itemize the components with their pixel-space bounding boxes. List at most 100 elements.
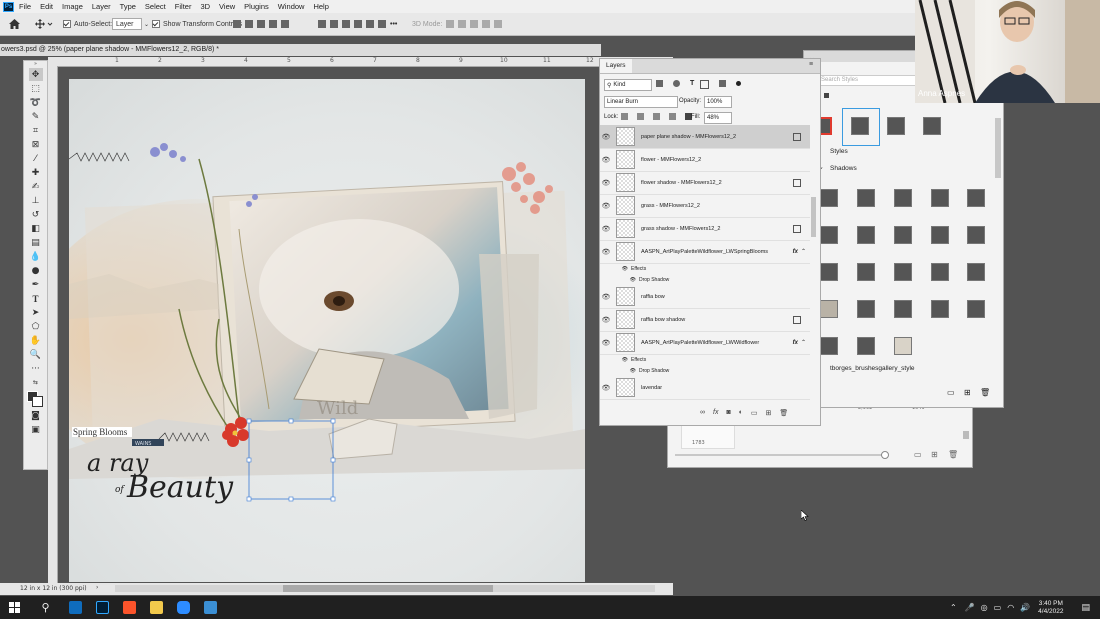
shadow-style-swatch[interactable] [967, 189, 985, 207]
style-swatch[interactable] [851, 117, 869, 135]
menu-image[interactable]: Image [62, 2, 83, 11]
document-canvas[interactable]: Spring Blooms a ray of Beauty WAINS Wild [69, 79, 585, 582]
crop-tool-icon[interactable]: ⌗ [29, 124, 43, 137]
show-transform-checkbox[interactable]: Show Transform Controls [152, 18, 242, 30]
shadow-style-swatch[interactable] [894, 300, 912, 318]
blend-mode-dropdown[interactable]: Linear Burn [604, 96, 678, 108]
path-selection-tool-icon[interactable]: ➤ [29, 306, 43, 319]
eye-icon[interactable]: 👁 [600, 179, 612, 187]
filter-type-icon[interactable]: T [690, 80, 694, 89]
shadow-style-swatch[interactable] [857, 337, 875, 355]
brush-preview[interactable]: 1783 [681, 425, 735, 449]
shadow-style-swatch[interactable] [931, 189, 949, 207]
scrollbar-thumb[interactable] [963, 431, 969, 439]
zoom-tool-icon[interactable]: 🔍 [29, 348, 43, 361]
menu-file[interactable]: File [19, 2, 31, 11]
layer-row[interactable]: 👁 flower - MMFlowers12_2 [600, 148, 810, 172]
panel-menu-icon[interactable]: ≡ [809, 61, 813, 68]
3d-scale-icon[interactable] [494, 20, 502, 28]
eye-icon[interactable]: 👁 [600, 133, 612, 141]
layer-filter-dropdown[interactable]: ⚲ Kind [604, 79, 652, 91]
filter-smart-object-icon[interactable] [719, 80, 727, 87]
shadow-style-swatch[interactable] [857, 189, 875, 207]
shadow-style-swatch[interactable] [894, 337, 912, 355]
shadow-style-swatch[interactable] [857, 226, 875, 244]
outlook-icon[interactable] [69, 601, 82, 614]
frame-tool-icon[interactable]: ⊠ [29, 138, 43, 151]
menu-window[interactable]: Window [278, 2, 305, 11]
folder-icon[interactable]: ▭ [947, 388, 955, 397]
3d-roll-icon[interactable] [458, 20, 466, 28]
new-brush-icon[interactable]: ⊞ [931, 450, 938, 459]
home-icon[interactable] [9, 18, 20, 30]
toolbox-collapse-icon[interactable]: » [24, 61, 47, 67]
screen-mode-icon[interactable]: ▣ [29, 423, 43, 436]
lock-pixels-icon[interactable] [637, 113, 644, 120]
menu-view[interactable]: View [219, 2, 235, 11]
opacity-field[interactable]: 100% [704, 96, 732, 108]
clone-stamp-tool-icon[interactable]: ⊥ [29, 194, 43, 207]
align-right-icon[interactable] [257, 20, 265, 28]
layer-row[interactable]: 👁 raffia bow shadow [600, 308, 810, 332]
windows-start-icon[interactable] [9, 602, 20, 613]
shadow-style-swatch[interactable] [894, 263, 912, 281]
eye-icon[interactable]: 👁 [600, 156, 612, 164]
menu-edit[interactable]: Edit [40, 2, 53, 11]
trash-icon[interactable]: 🗑 [779, 409, 788, 417]
eye-icon[interactable]: 👁 [600, 316, 612, 324]
eye-icon[interactable]: 👁 [600, 368, 636, 374]
filter-toggle-icon[interactable] [736, 81, 742, 86]
filter-pixel-icon[interactable] [656, 80, 663, 87]
tab-layers[interactable]: Layers [600, 59, 632, 73]
move-tool-icon[interactable]: ✥ [28, 68, 43, 81]
shadow-style-swatch[interactable] [820, 300, 838, 318]
quick-mask-icon[interactable]: ◙ [29, 409, 43, 422]
dodge-tool-icon[interactable]: ● [29, 264, 43, 277]
photoshop-icon[interactable] [96, 601, 109, 614]
eyedropper-tool-icon[interactable]: ⁄ [29, 152, 43, 165]
layer-row[interactable]: 👁 lavendar [600, 376, 810, 400]
layer-row[interactable]: 👁 AASPN_ArtPlayPaletteWildflower_LWWildfl… [600, 331, 810, 355]
shadow-style-swatch[interactable] [967, 226, 985, 244]
lock-artboard-icon[interactable] [669, 113, 676, 120]
3d-slide-icon[interactable] [482, 20, 490, 28]
shadow-style-swatch[interactable] [820, 189, 838, 207]
shadow-style-swatch[interactable] [967, 300, 985, 318]
layer-row[interactable]: 👁 flower shadow - MMFlowers12_2 [600, 171, 810, 195]
align-center-icon[interactable] [245, 20, 253, 28]
shadow-style-swatch[interactable] [820, 263, 838, 281]
shadow-style-swatch[interactable] [931, 263, 949, 281]
menu-type[interactable]: Type [120, 2, 136, 11]
eye-icon[interactable]: 👁 [600, 225, 612, 233]
lock-position-icon[interactable] [653, 113, 660, 120]
blur-tool-icon[interactable]: 💧 [29, 250, 43, 263]
eye-icon[interactable]: 👁 [600, 384, 612, 392]
eraser-tool-icon[interactable]: ◧ [29, 222, 43, 235]
notifications-icon[interactable]: ▤ [1081, 603, 1090, 613]
distribute-middle-icon[interactable] [330, 20, 338, 28]
new-adjustment-icon[interactable]: ◐ [739, 409, 743, 417]
healing-brush-tool-icon[interactable]: ✚ [29, 166, 43, 179]
layers-scrollbar-thumb[interactable] [811, 197, 816, 237]
brush-size-slider[interactable] [675, 454, 885, 456]
menu-select[interactable]: Select [145, 2, 166, 11]
microphone-icon[interactable]: 🎤 [965, 603, 975, 612]
view-icon[interactable] [824, 93, 829, 98]
layer-row[interactable]: 👁 raffia bow [600, 285, 810, 309]
shadow-style-swatch[interactable] [967, 263, 985, 281]
shape-tool-icon[interactable]: ⬠ [29, 320, 43, 333]
eye-icon[interactable]: 👁 [600, 277, 636, 283]
distribute-bottom-icon[interactable] [342, 20, 350, 28]
chevron-up-icon[interactable]: ⌃ [801, 339, 806, 346]
shadow-style-swatch[interactable] [931, 226, 949, 244]
styles-group-styles[interactable]: Styles [830, 148, 848, 155]
marquee-tool-icon[interactable]: ⬚ [29, 82, 43, 95]
new-style-icon[interactable]: ⊞ [964, 388, 971, 397]
pen-tool-icon[interactable]: ✒ [29, 278, 43, 291]
quick-select-tool-icon[interactable]: ✎ [29, 110, 43, 123]
layer-row[interactable]: 👁 paper plane shadow - MMFlowers12_2 [600, 125, 810, 149]
brush-size-slider-thumb[interactable] [881, 451, 889, 459]
style-swatch[interactable] [887, 117, 905, 135]
styles-group-brushes[interactable]: tborges_brushesgallery_style [830, 365, 915, 372]
chevron-up-icon[interactable]: ⌃ [950, 603, 957, 612]
